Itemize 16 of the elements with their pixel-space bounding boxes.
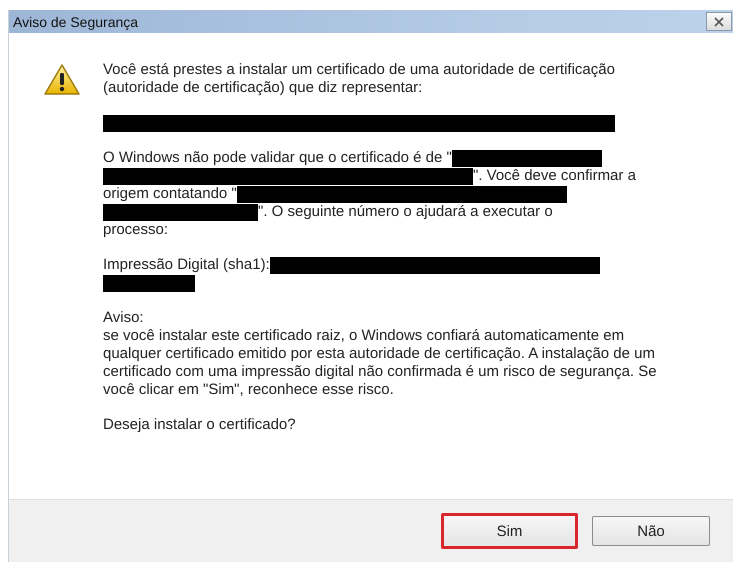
warning-text: se você instalar este certificado raiz, o Windows confiará automaticamente em qualquer certificado emitido por esta autoridade de certificação. A instalação de um certificado com uma impressão digital não confirmada é um risco de segurança. Se você clicar em "Sim", reconhece esse risco. [103,327,658,399]
dialog-text: O Windows não pode validar que o certificado é de " [103,149,452,167]
warning-icon [43,63,81,97]
question-text: Deseja instalar o certificado? [103,416,297,434]
close-icon [714,16,724,26]
dialog-text: ". O seguinte número o ajudará a executar o [258,203,553,221]
window-title: Aviso de Segurança [13,14,138,30]
dialog-text: ". Você deve confirmar a [473,167,636,185]
dialog-text: Impressão Digital (sha1): [103,256,270,274]
dialog-button[interactable]: Não [592,516,710,546]
intro-text: Você está prestes a instalar um certificado de uma autoridade de certificação (autoridade de certificação) que diz representar: [103,61,616,97]
dialog-button[interactable]: Sim [441,513,578,549]
dialog-text: origem contatando " [103,185,237,203]
dialog-text: processo: [103,221,168,239]
close-button[interactable] [706,12,732,31]
warning-heading: Aviso: [103,309,145,327]
